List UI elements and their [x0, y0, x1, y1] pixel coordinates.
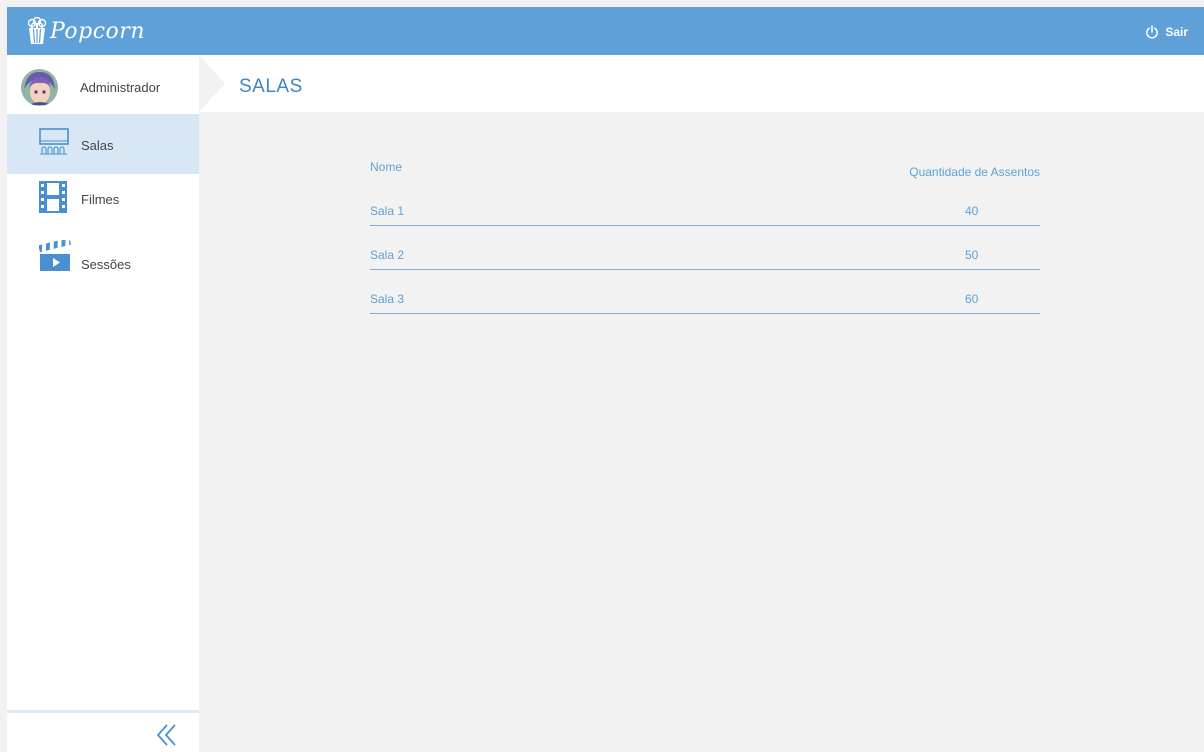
room-name: Sala 2 — [370, 248, 405, 263]
power-icon — [1146, 25, 1159, 39]
clapperboard-icon — [39, 240, 72, 271]
sidebar-item-label: Salas — [81, 138, 114, 153]
page-title: SALAS — [239, 76, 303, 97]
top-bar: Popcorn Sair — [7, 7, 1204, 55]
sidebar-item-sessoes[interactable]: Sessões — [7, 234, 199, 294]
sidebar-item-filmes[interactable]: Filmes — [7, 174, 199, 234]
table-row[interactable]: Sala 3 60 — [370, 270, 1040, 314]
room-seats: 40 — [965, 204, 979, 219]
table-row[interactable]: Sala 2 50 — [370, 226, 1040, 270]
logout-button[interactable]: Sair — [1145, 23, 1188, 41]
double-chevron-left-icon[interactable] — [155, 723, 179, 747]
film-strip-icon — [39, 181, 67, 213]
sidebar-item-salas[interactable]: Salas — [7, 114, 199, 174]
room-name: Sala 1 — [370, 204, 405, 219]
sidebar-item-label: Sessões — [81, 257, 131, 272]
logout-label: Sair — [1165, 25, 1188, 39]
header-notch — [199, 55, 225, 112]
brand-logo[interactable]: Popcorn — [26, 15, 145, 47]
avatar — [21, 68, 58, 106]
user-name: Administrador — [80, 79, 161, 95]
sidebar-collapse-bar — [7, 710, 199, 752]
user-profile: Administrador — [7, 63, 199, 111]
cinema-seats-icon — [39, 128, 69, 155]
app-name: Popcorn — [50, 18, 145, 44]
room-seats: 60 — [965, 292, 979, 307]
page-header: SALAS — [199, 55, 1204, 112]
column-header-name: Nome — [370, 160, 403, 174]
sidebar: Administrador Salas Filmes Sessões — [7, 55, 199, 752]
sidebar-item-label: Filmes — [81, 192, 120, 207]
column-header-seats: Quantidade de Assentos — [909, 165, 1040, 179]
table-row[interactable]: Sala 1 40 — [370, 182, 1040, 226]
popcorn-icon — [27, 17, 47, 44]
room-seats: 50 — [965, 248, 979, 263]
room-name: Sala 3 — [370, 292, 405, 307]
